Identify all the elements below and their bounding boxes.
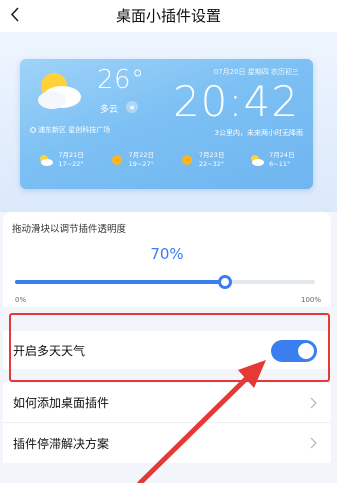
forecast-range: 22~32° [198, 160, 225, 168]
speaker-icon[interactable] [126, 101, 138, 113]
forecast-day: 7月21日 17~22° [38, 151, 84, 169]
cloudy-icon [251, 155, 265, 166]
chevron-right-icon [310, 437, 317, 449]
date-line: 07月20日 星期四 农历初三 [213, 68, 299, 76]
opacity-label: 拖动滑块以调节插件透明度 [12, 224, 127, 235]
add-widget-help-row[interactable]: 如何添加桌面插件 [3, 383, 331, 423]
forecast-day: 7月24日 6~11° [249, 151, 295, 169]
slider-min-label: 0% [15, 296, 27, 304]
clock-time: 20:42 [172, 77, 299, 126]
forecast-day: 7月22日 19~27° [109, 151, 154, 169]
location-pin-icon [30, 126, 36, 133]
weather-widget-preview: 26° 多云 浦东新区 星创科技广场 07月20日 星期四 农历初三 20:42… [20, 59, 313, 189]
multi-day-weather-toggle[interactable] [271, 340, 317, 362]
multi-day-weather-label: 开启多天天气 [13, 343, 86, 358]
forecast-range: 17~22° [58, 160, 84, 168]
location: 浦东新区 星创科技广场 [30, 125, 110, 135]
forecast-day: 7月23日 22~32° [179, 151, 224, 169]
forecast-date: 7月24日 [269, 151, 295, 159]
opacity-slider[interactable] [15, 275, 315, 289]
slider-thumb[interactable] [218, 275, 232, 289]
forecast-range: 6~11° [269, 160, 291, 168]
add-widget-help-label: 如何添加桌面插件 [13, 396, 110, 410]
current-temperature: 26° [97, 65, 145, 95]
forecast-row: 7月21日 17~22° 7月22日 19~27° 7月23日 22~32° 7月24… [20, 151, 313, 169]
partly-cloudy-icon [38, 73, 81, 109]
weather-condition: 多云 [100, 105, 119, 115]
forecast-range: 19~27° [128, 160, 154, 168]
slider-fill [15, 280, 225, 284]
toggle-knob [298, 343, 314, 359]
widget-freeze-fix-row[interactable]: 插件停滞解决方案 [3, 423, 331, 463]
sunny-icon [111, 155, 122, 165]
opacity-value: 70% [150, 245, 184, 263]
opacity-panel: 拖动滑块以调节插件透明度 70% 0% 100% [3, 212, 331, 307]
forecast-date: 7月23日 [198, 151, 225, 159]
forecast-date: 7月22日 [128, 151, 155, 159]
location-text: 浦东新区 星创科技广场 [38, 126, 111, 134]
top-bar: 桌面小插件设置 [0, 0, 337, 32]
multi-day-weather-row[interactable]: 开启多天天气 [3, 331, 331, 369]
forecast-date: 7月21日 [58, 151, 84, 159]
slider-max-label: 100% [300, 296, 321, 304]
widget-freeze-fix-label: 插件停滞解决方案 [13, 436, 110, 451]
cloudy-icon [40, 155, 54, 166]
page-title: 桌面小插件设置 [115, 7, 221, 25]
sunny-icon [181, 155, 192, 165]
chevron-right-icon [310, 397, 317, 409]
rain-forecast-note: 3公里内，未来两小时无降雨 [214, 129, 303, 137]
